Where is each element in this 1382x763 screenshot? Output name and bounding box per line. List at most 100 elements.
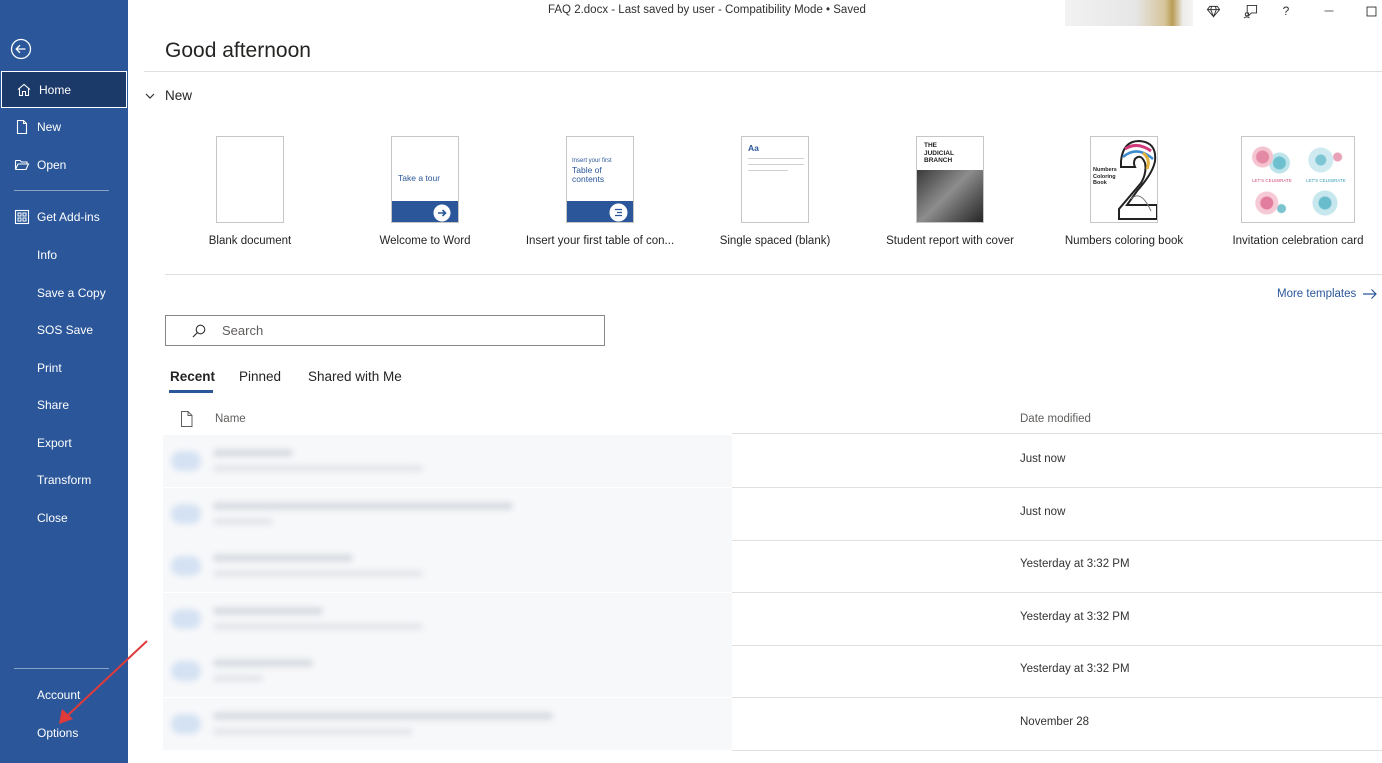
account-area[interactable] — [1065, 0, 1193, 26]
page-title: Good afternoon — [165, 39, 311, 62]
template-thumb-text: Insert your first — [572, 158, 612, 164]
file-icon — [171, 451, 201, 471]
thumb-line — [748, 158, 804, 159]
template-invitation-celebration-card[interactable]: LET'S CELEBRATE LET'S CELEBRATE — [1241, 136, 1355, 223]
template-label[interactable]: Single spaced (blank) — [720, 235, 831, 247]
table-row[interactable]: November 28 — [163, 698, 1382, 751]
more-templates-link[interactable]: More templates — [1277, 288, 1378, 300]
template-insert-table-of-contents[interactable]: Insert your first Table of contents — [566, 136, 634, 223]
sidebar-item-transform[interactable]: Transform — [0, 462, 128, 498]
sidebar-item-home[interactable]: Home — [1, 71, 127, 108]
column-header-date-modified[interactable]: Date modified — [1020, 413, 1091, 425]
file-icon — [171, 556, 201, 576]
maximize-icon[interactable] — [1360, 1, 1382, 21]
sidebar-item-share[interactable]: Share — [0, 387, 128, 423]
sidebar-item-account[interactable]: Account — [0, 677, 128, 713]
sidebar-item-info[interactable]: Info — [0, 237, 128, 273]
file-icon — [171, 714, 201, 734]
table-row[interactable]: Yesterday at 3:32 PM — [163, 645, 1382, 698]
date-modified: Just now — [1020, 506, 1066, 518]
feedback-icon[interactable] — [1239, 1, 1261, 21]
template-label[interactable]: Blank document — [209, 235, 291, 247]
template-label[interactable]: Welcome to Word — [380, 235, 471, 247]
add-ins-grid-icon — [14, 209, 30, 225]
template-label[interactable]: Insert your first table of con... — [526, 235, 674, 247]
redacted-text — [213, 675, 263, 682]
thumb-line — [748, 170, 788, 171]
redacted-file-name — [163, 435, 732, 487]
more-templates-label: More templates — [1277, 288, 1357, 300]
table-row[interactable]: Just now — [163, 435, 1382, 488]
new-section-label: New — [165, 88, 193, 103]
template-student-report[interactable]: THE JUDICIAL BRANCH — [916, 136, 984, 223]
sidebar-item-label: Get Add-ins — [37, 210, 100, 224]
table-row[interactable]: Yesterday at 3:32 PM — [163, 593, 1382, 646]
date-modified: Just now — [1020, 453, 1066, 465]
new-section-toggle[interactable]: New — [144, 88, 192, 103]
sidebar-item-close[interactable]: Close — [0, 500, 128, 536]
template-label[interactable]: Student report with cover — [886, 235, 1014, 247]
sidebar-item-options[interactable]: Options — [0, 715, 128, 751]
date-modified: Yesterday at 3:32 PM — [1020, 611, 1130, 623]
sidebar-item-label: Options — [37, 726, 79, 740]
template-numbers-coloring-book[interactable]: Numbers Coloring Book — [1090, 136, 1158, 223]
help-icon[interactable]: ? — [1275, 1, 1297, 21]
divider — [144, 71, 1382, 72]
chevron-down-icon — [145, 93, 155, 99]
redacted-text — [213, 607, 323, 615]
folder-open-icon — [14, 157, 30, 173]
file-icon — [171, 661, 201, 681]
tab-recent[interactable]: Recent — [170, 369, 215, 384]
arrow-right-icon — [1363, 289, 1378, 299]
redacted-file-name — [163, 593, 732, 645]
word-backstage-window: Home New Open Get Add-ins Info Save a Co… — [0, 0, 1382, 763]
redacted-text — [213, 623, 423, 630]
active-tab-indicator — [169, 390, 213, 393]
redacted-file-name — [163, 698, 732, 750]
redacted-text — [213, 728, 413, 735]
search-icon — [192, 324, 206, 337]
diamond-icon[interactable] — [1202, 1, 1224, 21]
confetti-art — [1304, 145, 1346, 175]
file-icon — [171, 609, 201, 629]
template-label[interactable]: Invitation celebration card — [1232, 235, 1363, 247]
redacted-text — [213, 449, 293, 457]
document-title: FAQ 2.docx - Last saved by user - Compat… — [548, 4, 866, 16]
sidebar-item-save-a-copy[interactable]: Save a Copy — [0, 275, 128, 311]
template-thumb-text: LET'S CELEBRATE — [1306, 178, 1346, 183]
template-welcome-to-word[interactable]: Take a tour — [391, 136, 459, 223]
sidebar-item-print[interactable]: Print — [0, 350, 128, 386]
tab-shared-with-me[interactable]: Shared with Me — [308, 369, 402, 384]
sidebar-item-export[interactable]: Export — [0, 425, 128, 461]
minimize-icon[interactable] — [1318, 1, 1340, 21]
search-box[interactable] — [165, 315, 605, 346]
date-modified: November 28 — [1020, 716, 1090, 728]
sidebar-item-sos-save[interactable]: SOS Save — [0, 312, 128, 348]
search-input[interactable] — [222, 323, 582, 338]
redacted-text — [213, 570, 423, 577]
confetti-art — [1250, 189, 1292, 217]
sidebar-item-label: Account — [37, 688, 81, 702]
back-arrow-icon[interactable] — [10, 38, 32, 60]
table-row[interactable]: Just now — [163, 488, 1382, 541]
sidebar-item-label: Transform — [37, 473, 92, 487]
column-header-name[interactable]: Name — [215, 413, 246, 425]
sidebar-item-get-add-ins[interactable]: Get Add-ins — [0, 199, 128, 235]
template-single-spaced[interactable]: Aa — [741, 136, 809, 223]
divider — [165, 274, 1382, 275]
template-blank-document[interactable] — [216, 136, 284, 223]
redacted-text — [213, 712, 553, 720]
sidebar-item-label: New — [37, 120, 62, 134]
table-row[interactable]: Yesterday at 3:32 PM — [163, 540, 1382, 593]
sidebar-item-label: Print — [37, 361, 62, 375]
tab-pinned[interactable]: Pinned — [239, 369, 281, 384]
template-label[interactable]: Numbers coloring book — [1065, 235, 1183, 247]
redacted-text — [213, 659, 313, 667]
sidebar-item-new[interactable]: New — [0, 109, 128, 145]
confetti-art — [1250, 145, 1292, 175]
sidebar-item-open[interactable]: Open — [0, 147, 128, 183]
redacted-file-name — [163, 540, 732, 592]
sidebar-divider — [14, 190, 109, 191]
sidebar-item-label: Info — [37, 248, 58, 262]
redacted-text — [213, 554, 353, 562]
